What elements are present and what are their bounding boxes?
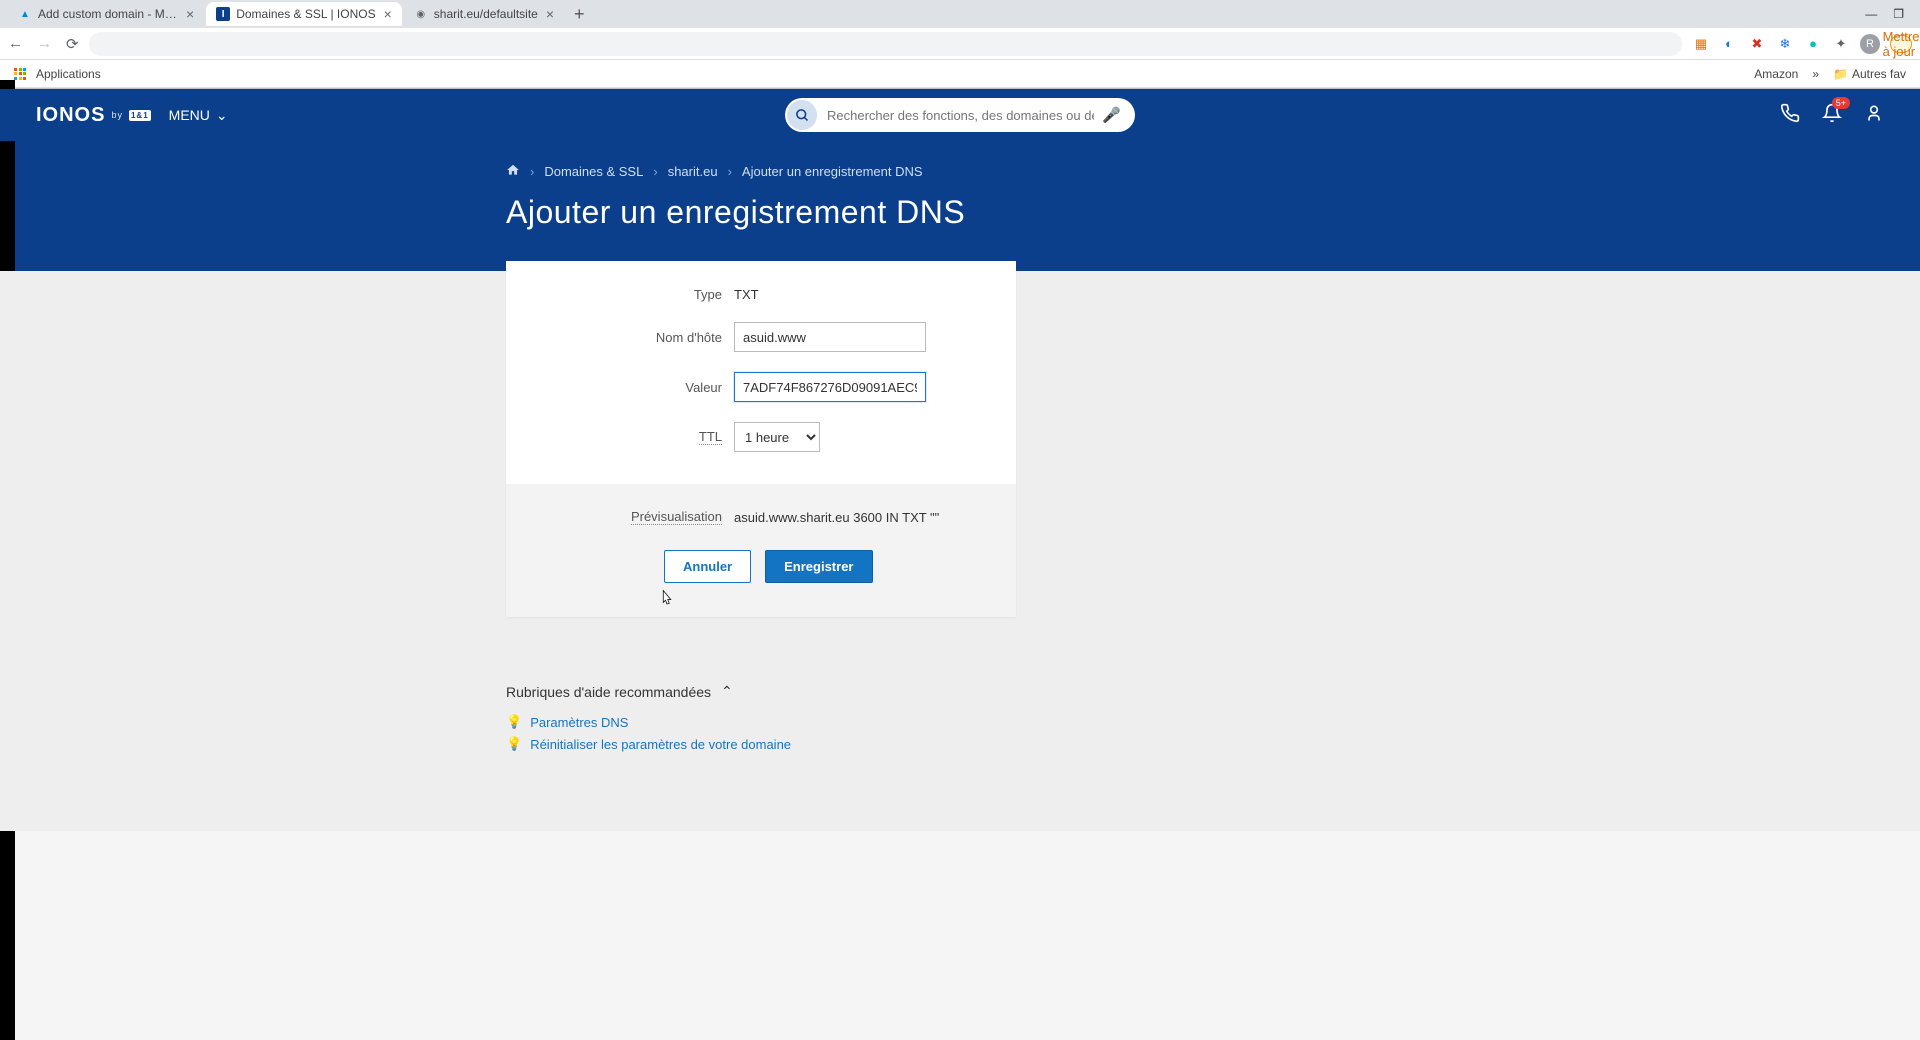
new-tab-button[interactable]: + bbox=[566, 4, 593, 25]
dns-form-card: Type TXT Nom d'hôte Valeur TTL 1 heure bbox=[506, 261, 1016, 617]
tab-1[interactable]: ▲ Add custom domain - Microsoft × bbox=[8, 2, 204, 26]
search-bar[interactable]: 🎤 bbox=[785, 98, 1135, 132]
lightbulb-icon: 💡 bbox=[506, 714, 522, 730]
help-link-label: Réinitialiser les paramètres de votre do… bbox=[530, 737, 791, 752]
url-bar[interactable] bbox=[89, 32, 1682, 56]
ext-icon[interactable]: ❄ bbox=[1776, 35, 1794, 53]
breadcrumb-home[interactable] bbox=[506, 163, 520, 180]
nav-bar: ← → ⟳ ▦ ◐ ✖ ❄ ● ✦ R Mettre à jour bbox=[0, 28, 1920, 60]
help-title: Rubriques d'aide recommandées bbox=[506, 684, 711, 700]
ionos-logo[interactable]: IONOS by 1&1 bbox=[36, 104, 151, 127]
label-type: Type bbox=[526, 287, 734, 302]
cancel-button[interactable]: Annuler bbox=[664, 550, 751, 583]
favicon-default: ◉ bbox=[414, 7, 428, 21]
form-row-type: Type TXT bbox=[526, 287, 996, 302]
help-link-label: Paramètres DNS bbox=[530, 715, 628, 730]
search-icon[interactable] bbox=[787, 100, 817, 130]
chevron-right-icon: › bbox=[653, 164, 657, 179]
menu-button[interactable]: MENU ⌄ bbox=[169, 107, 228, 124]
value-type: TXT bbox=[734, 287, 759, 302]
bookmark-more[interactable]: » bbox=[1812, 67, 1819, 81]
label-preview: Prévisualisation bbox=[631, 509, 722, 525]
mic-icon[interactable]: 🎤 bbox=[1102, 106, 1121, 124]
tab-strip: ▲ Add custom domain - Microsoft × I Doma… bbox=[0, 0, 1920, 28]
lightbulb-icon: 💡 bbox=[506, 736, 522, 752]
chevron-down-icon: ⌄ bbox=[216, 107, 228, 124]
one-and-one-badge: 1&1 bbox=[129, 110, 151, 121]
chevron-up-icon: ⌃ bbox=[721, 683, 733, 700]
apps-icon[interactable] bbox=[14, 68, 26, 80]
favicon-azure: ▲ bbox=[18, 7, 32, 21]
user-icon[interactable] bbox=[1864, 103, 1884, 128]
ext-icon[interactable]: ◐ bbox=[1720, 35, 1738, 53]
favicon-ionos: I bbox=[216, 7, 230, 21]
browser-chrome: ▲ Add custom domain - Microsoft × I Doma… bbox=[0, 0, 1920, 89]
window-controls: — ❐ bbox=[1865, 7, 1912, 21]
app-header: IONOS by 1&1 MENU ⌄ 🎤 5+ bbox=[0, 89, 1920, 141]
extensions-icon[interactable]: ✦ bbox=[1832, 35, 1850, 53]
header-search: 🎤 bbox=[785, 98, 1135, 132]
search-input[interactable] bbox=[819, 108, 1102, 123]
save-button[interactable]: Enregistrer bbox=[765, 550, 872, 583]
bookmark-amazon[interactable]: Amazon bbox=[1754, 67, 1798, 81]
forward-button[interactable]: → bbox=[37, 35, 52, 53]
close-icon[interactable]: × bbox=[384, 6, 392, 22]
form-row-host: Nom d'hôte bbox=[526, 322, 996, 352]
tab-title: Domaines & SSL | IONOS bbox=[236, 7, 375, 21]
label-value: Valeur bbox=[526, 380, 734, 395]
tab-3[interactable]: ◉ sharit.eu/defaultsite × bbox=[404, 2, 564, 26]
maximize-button[interactable]: ❐ bbox=[1893, 7, 1904, 21]
reload-button[interactable]: ⟳ bbox=[66, 35, 79, 53]
close-icon[interactable]: × bbox=[186, 6, 194, 22]
page-title: Ajouter un enregistrement DNS bbox=[506, 194, 1414, 231]
bell-icon[interactable]: 5+ bbox=[1822, 103, 1842, 128]
page-banner: › Domaines & SSL › sharit.eu › Ajouter u… bbox=[0, 141, 1920, 271]
bookmarks-bar: Applications Amazon » 📁Autres fav bbox=[0, 60, 1920, 88]
help-link[interactable]: 💡 Paramètres DNS bbox=[506, 714, 1414, 730]
bookmark-applications[interactable]: Applications bbox=[36, 67, 101, 81]
form-row-ttl: TTL 1 heure bbox=[526, 422, 996, 452]
ext-icon[interactable]: ✖ bbox=[1748, 35, 1766, 53]
ext-icon[interactable]: ▦ bbox=[1692, 35, 1710, 53]
back-button[interactable]: ← bbox=[8, 35, 23, 53]
bookmark-other[interactable]: 📁Autres fav bbox=[1833, 67, 1906, 81]
by-label: by bbox=[111, 110, 123, 120]
label-ttl: TTL bbox=[699, 429, 722, 445]
value-input[interactable] bbox=[734, 372, 926, 402]
ttl-select[interactable]: 1 heure bbox=[734, 422, 820, 452]
close-icon[interactable]: × bbox=[546, 6, 554, 22]
tab-2[interactable]: I Domaines & SSL | IONOS × bbox=[206, 2, 402, 26]
profile-avatar[interactable]: R bbox=[1860, 34, 1880, 54]
host-input[interactable] bbox=[734, 322, 926, 352]
chevron-right-icon: › bbox=[728, 164, 732, 179]
minimize-button[interactable]: — bbox=[1865, 7, 1877, 21]
tab-title: sharit.eu/defaultsite bbox=[434, 7, 538, 21]
header-right: 5+ bbox=[1780, 103, 1884, 128]
breadcrumb: › Domaines & SSL › sharit.eu › Ajouter u… bbox=[506, 163, 1414, 180]
notification-badge: 5+ bbox=[1832, 97, 1850, 109]
help-section: Rubriques d'aide recommandées ⌃ 💡 Paramè… bbox=[506, 683, 1414, 752]
logo-text: IONOS bbox=[36, 104, 105, 127]
main-area: Type TXT Nom d'hôte Valeur TTL 1 heure bbox=[0, 271, 1920, 831]
breadcrumb-item[interactable]: sharit.eu bbox=[668, 164, 718, 179]
form-row-value: Valeur bbox=[526, 372, 996, 402]
tab-title: Add custom domain - Microsoft bbox=[38, 7, 178, 21]
update-button[interactable]: Mettre à jour bbox=[1890, 35, 1912, 53]
chevron-right-icon: › bbox=[530, 164, 534, 179]
phone-icon[interactable] bbox=[1780, 103, 1800, 128]
card-footer: Prévisualisation asuid.www.sharit.eu 360… bbox=[506, 484, 1016, 617]
ext-icon[interactable]: ● bbox=[1804, 35, 1822, 53]
extension-icons: ▦ ◐ ✖ ❄ ● ✦ R Mettre à jour bbox=[1692, 34, 1912, 54]
breadcrumb-item[interactable]: Domaines & SSL bbox=[544, 164, 643, 179]
breadcrumb-current: Ajouter un enregistrement DNS bbox=[742, 164, 923, 179]
help-link[interactable]: 💡 Réinitialiser les paramètres de votre … bbox=[506, 736, 1414, 752]
menu-label: MENU bbox=[169, 107, 210, 123]
help-header[interactable]: Rubriques d'aide recommandées ⌃ bbox=[506, 683, 1414, 700]
label-host: Nom d'hôte bbox=[526, 330, 734, 345]
preview-value: asuid.www.sharit.eu 3600 IN TXT "" bbox=[734, 510, 939, 525]
